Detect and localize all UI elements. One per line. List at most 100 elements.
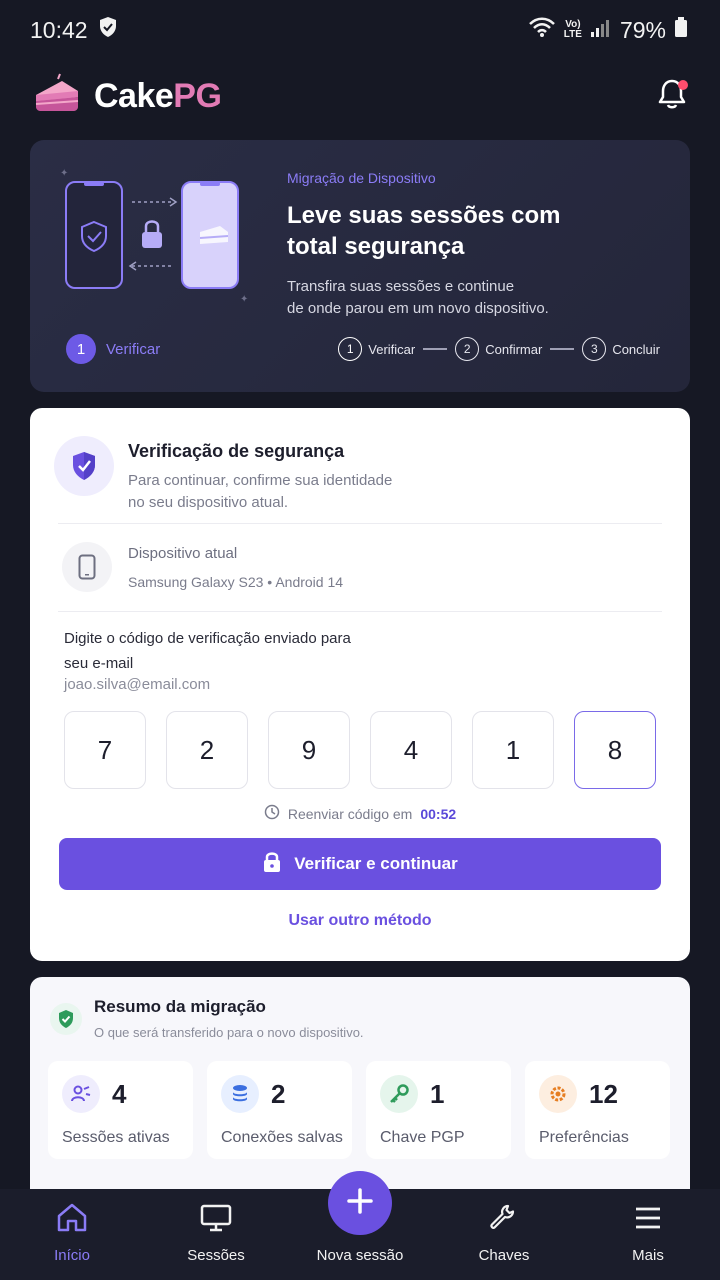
plus-icon — [347, 1187, 373, 1219]
step-connector — [423, 348, 448, 350]
signal-icon — [590, 17, 612, 44]
nav-new-session[interactable]: Nova sessão — [300, 1247, 420, 1264]
current-step-indicator: 1 Verificar — [66, 334, 160, 364]
stat-label: Preferências — [539, 1129, 629, 1146]
summary-header: Resumo da migração O que será transferid… — [50, 997, 364, 1040]
stat-top: 4 — [62, 1075, 179, 1113]
step-label: Confirmar — [485, 341, 543, 357]
divider — [58, 523, 662, 524]
app-header: CakePG — [32, 68, 692, 124]
current-step-number: 1 — [66, 334, 96, 364]
code-digit-1[interactable]: 7 — [64, 711, 146, 789]
migration-stepper: 1 Verificar 2 Confirmar 3 Concluir — [338, 337, 660, 361]
hero-subtitle-line2: de onde parou em um novo dispositivo. — [287, 300, 549, 317]
stat-pgp-key[interactable]: 1 Chave PGP — [366, 1061, 511, 1159]
smartphone-icon — [62, 542, 112, 592]
new-session-fab[interactable] — [328, 1171, 392, 1235]
step-finish: 3 Concluir — [582, 337, 660, 361]
resend-code-timer: Reenviar código em 00:52 — [30, 804, 690, 823]
use-another-method-link[interactable]: Usar outro método — [30, 912, 690, 930]
wifi-icon — [528, 16, 556, 44]
battery-level: 79% — [619, 16, 666, 43]
code-digit-6[interactable]: 8 — [574, 711, 656, 789]
database-icon — [221, 1075, 259, 1113]
stat-label: Chave PGP — [380, 1129, 465, 1146]
status-bar-left: 10:42 — [30, 16, 118, 44]
brand-name-accent: PG — [173, 76, 222, 115]
hero-text: Migração de Dispositivo Leve suas sessõe… — [287, 170, 667, 320]
summary-header-text: Resumo da migração O que será transferid… — [94, 997, 364, 1040]
stat-saved-connections[interactable]: 2 Conexões salvas — [207, 1061, 352, 1159]
nav-more[interactable]: Mais — [588, 1203, 708, 1264]
stat-top: 2 — [221, 1075, 338, 1113]
brand-name: CakePG — [94, 76, 222, 116]
stat-value: 2 — [271, 1078, 286, 1109]
key-icon — [380, 1075, 418, 1113]
summary-subtitle: O que será transferido para o novo dispo… — [94, 1025, 364, 1040]
divider — [58, 611, 662, 612]
step-number: 1 — [338, 337, 363, 361]
nav-keys[interactable]: Chaves — [444, 1203, 564, 1264]
status-bar-right: Vo) LTE 79% — [528, 16, 688, 44]
code-digit-2[interactable]: 2 — [166, 711, 248, 789]
step-connector — [550, 348, 575, 350]
current-device-info: Dispositivo atual Samsung Galaxy S23 • A… — [128, 545, 343, 590]
stat-value: 4 — [112, 1078, 127, 1109]
code-digit-4[interactable]: 4 — [370, 711, 452, 789]
verify-continue-label: Verificar e continuar — [294, 854, 458, 873]
verify-continue-button[interactable]: Verificar e continuar — [59, 838, 661, 890]
battery-icon — [674, 16, 688, 44]
home-icon — [56, 1203, 88, 1237]
shield-check-icon — [50, 1003, 82, 1035]
nav-keys-label: Chaves — [478, 1247, 530, 1264]
clock-icon — [264, 804, 280, 823]
verification-title: Verificação de segurança — [128, 441, 345, 461]
current-step-label: Verificar — [106, 340, 161, 358]
stat-label: Conexões salvas — [221, 1129, 343, 1146]
cake-logo-icon — [32, 73, 82, 120]
nav-home[interactable]: Início — [12, 1203, 132, 1264]
code-prompt: Digite o código de verificação enviado p… — [64, 626, 424, 676]
current-device-row: Dispositivo atual Samsung Galaxy S23 • A… — [62, 542, 343, 592]
shield-icon — [54, 436, 114, 496]
menu-icon — [632, 1203, 664, 1237]
code-digit-3[interactable]: 9 — [268, 711, 350, 789]
device-model: Samsung Galaxy S23 • Android 14 — [128, 573, 344, 590]
stat-label: Sessões ativas — [62, 1129, 170, 1146]
hero-title: Leve suas sessões com total segurança — [287, 200, 667, 262]
step-number: 2 — [455, 337, 480, 361]
step-confirm: 2 Confirmar — [455, 337, 542, 361]
verification-subtitle: Para continuar, confirme sua identidade … — [128, 470, 392, 514]
shield-check-icon — [98, 16, 118, 44]
security-verification-card: Verificação de segurança Para continuar,… — [30, 408, 690, 961]
stat-top: 1 — [380, 1075, 497, 1113]
migration-hero-card: ✦ ✦ Migração de Dispositivo Leve suas se… — [30, 140, 690, 392]
wrench-icon — [488, 1203, 520, 1237]
lock-icon — [262, 851, 282, 878]
monitor-icon — [200, 1203, 232, 1237]
code-prompt-line1: Digite o código de verificação enviado p… — [64, 630, 351, 647]
device-migration-illustration: ✦ ✦ — [56, 162, 256, 317]
volte-indicator: Vo) LTE — [564, 20, 582, 40]
nav-sessions-label: Sessões — [187, 1247, 245, 1264]
code-prompt-line2: seu e-mail — [64, 655, 134, 672]
notification-badge — [678, 80, 688, 90]
nav-sessions[interactable]: Sessões — [156, 1203, 276, 1264]
stat-preferences[interactable]: 12 Preferências — [525, 1061, 670, 1159]
status-bar: 10:42 Vo) LTE 79% — [0, 0, 720, 60]
code-digit-5[interactable]: 1 — [472, 711, 554, 789]
hero-title-line1: Leve suas sessões com — [287, 202, 561, 229]
nav-new-session-label: Nova sessão — [316, 1247, 404, 1264]
resend-countdown: 00:52 — [420, 805, 457, 822]
volte-bottom: LTE — [563, 29, 582, 40]
step-label: Verificar — [368, 341, 416, 357]
stat-value: 1 — [430, 1078, 445, 1109]
brand-logo[interactable]: CakePG — [32, 73, 222, 120]
svg-text:✦: ✦ — [240, 294, 248, 305]
status-time: 10:42 — [30, 16, 88, 43]
nav-more-label: Mais — [632, 1247, 664, 1264]
nav-home-label: Início — [54, 1247, 90, 1264]
summary-title: Resumo da migração — [94, 997, 266, 1016]
stat-active-sessions[interactable]: 4 Sessões ativas — [48, 1061, 193, 1159]
notifications-button[interactable] — [652, 76, 692, 116]
